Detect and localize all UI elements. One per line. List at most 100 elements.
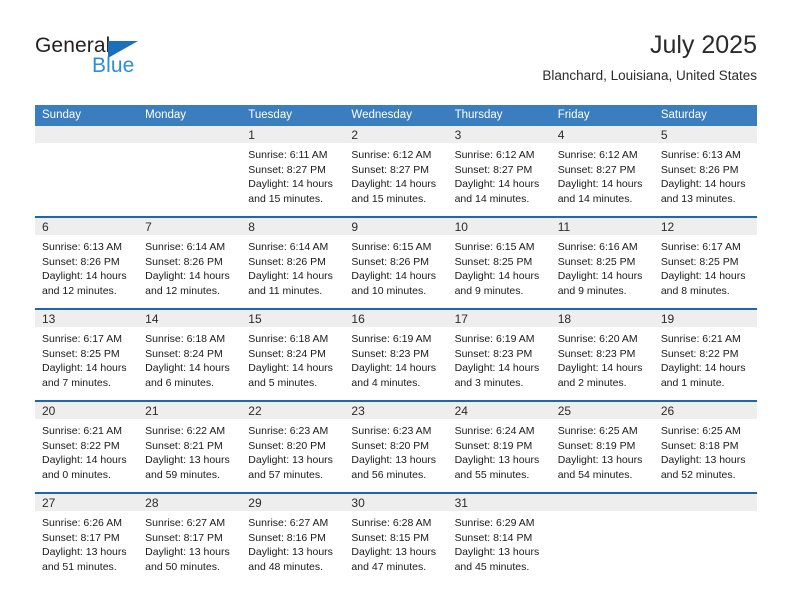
daylight-duration-line2: and 6 minutes. (145, 376, 215, 389)
sunset-time: Sunset: 8:24 PM (248, 347, 326, 360)
daylight-duration-line2: and 12 minutes. (42, 284, 117, 297)
day-details: Sunrise: 6:25 AM Sunset: 8:18 PM Daylight:… (654, 419, 757, 482)
day-details: Sunrise: 6:21 AM Sunset: 8:22 PM Daylight:… (654, 327, 757, 390)
day-details: Sunrise: 6:14 AM Sunset: 8:26 PM Daylight:… (138, 235, 241, 298)
calendar-day-cell[interactable]: 19 Sunrise: 6:21 AM Sunset: 8:22 PM Dayligh… (653, 310, 757, 400)
sunset-time: Sunset: 8:16 PM (248, 531, 326, 544)
weekday-header-monday: Monday (145, 109, 187, 121)
daylight-duration-line2: and 15 minutes. (248, 192, 323, 205)
calendar-day-cell[interactable]: 1 Sunrise: 6:11 AM Sunset: 8:27 PM Daylight… (241, 126, 345, 216)
sunrise-time: Sunrise: 6:25 AM (660, 425, 741, 437)
daylight-duration-line2: and 47 minutes. (351, 560, 427, 573)
calendar-day-cell[interactable]: 27 Sunrise: 6:26 AM Sunset: 8:17 PM Dayligh… (35, 494, 139, 584)
daylight-duration-line1: Daylight: 13 hours (145, 454, 230, 466)
sunrise-time: Sunrise: 6:23 AM (351, 425, 432, 437)
calendar-day-cell[interactable]: 22 Sunrise: 6:23 AM Sunset: 8:20 PM Dayligh… (241, 402, 345, 492)
daylight-duration-line2: and 15 minutes. (351, 192, 427, 205)
sunrise-time: Sunrise: 6:26 AM (42, 517, 122, 529)
day-number: 4 (557, 128, 565, 142)
calendar-day-cell[interactable]: 3 Sunrise: 6:12 AM Sunset: 8:27 PM Daylight… (447, 126, 551, 216)
day-details: Sunrise: 6:15 AM Sunset: 8:25 PM Daylight:… (448, 235, 551, 298)
calendar-day-cell[interactable]: 8 Sunrise: 6:14 AM Sunset: 8:26 PM Daylight… (241, 218, 345, 308)
day-details: Sunrise: 6:12 AM Sunset: 8:27 PM Daylight:… (448, 143, 551, 206)
sunset-time: Sunset: 8:27 PM (454, 163, 533, 176)
day-number: 17 (454, 312, 468, 326)
day-number-strip: 28 (138, 494, 242, 511)
calendar-week-row: 6 Sunrise: 6:13 AM Sunset: 8:26 PM Daylight… (35, 216, 757, 308)
calendar-day-cell[interactable]: 30 Sunrise: 6:28 AM Sunset: 8:15 PM Dayligh… (344, 494, 448, 584)
calendar-day-cell[interactable]: 13 Sunrise: 6:17 AM Sunset: 8:25 PM Dayligh… (35, 310, 139, 400)
daylight-duration-line1: Daylight: 13 hours (351, 546, 437, 558)
day-number: 1 (248, 128, 255, 142)
weekday-header-thursday: Thursday (454, 109, 503, 121)
daylight-duration-line2: and 9 minutes. (454, 284, 524, 297)
general-blue-logo[interactable]: General Blue (35, 34, 255, 90)
calendar-day-cell[interactable]: 18 Sunrise: 6:20 AM Sunset: 8:23 PM Dayligh… (550, 310, 654, 400)
sunrise-time: Sunrise: 6:18 AM (145, 333, 226, 345)
calendar-day-cell[interactable]: 24 Sunrise: 6:24 AM Sunset: 8:19 PM Dayligh… (447, 402, 551, 492)
day-number-strip: 3 (447, 126, 551, 143)
sunset-time: Sunset: 8:23 PM (557, 347, 636, 360)
day-number-strip: 22 (241, 402, 345, 419)
calendar-day-cell[interactable]: 15 Sunrise: 6:18 AM Sunset: 8:24 PM Dayligh… (241, 310, 345, 400)
calendar-day-cell[interactable]: 28 Sunrise: 6:27 AM Sunset: 8:17 PM Dayligh… (138, 494, 242, 584)
daylight-duration-line2: and 14 minutes. (557, 192, 633, 205)
calendar-day-cell[interactable]: 11 Sunrise: 6:16 AM Sunset: 8:25 PM Dayligh… (550, 218, 654, 308)
calendar-day-cell[interactable]: 16 Sunrise: 6:19 AM Sunset: 8:23 PM Dayligh… (344, 310, 448, 400)
calendar-week-row: 13 Sunrise: 6:17 AM Sunset: 8:25 PM Dayligh… (35, 308, 757, 400)
sunset-time: Sunset: 8:18 PM (660, 439, 739, 452)
calendar-day-cell[interactable]: 23 Sunrise: 6:23 AM Sunset: 8:20 PM Dayligh… (344, 402, 448, 492)
daylight-duration-line2: and 4 minutes. (351, 376, 421, 389)
calendar-day-cell[interactable]: 31 Sunrise: 6:29 AM Sunset: 8:14 PM Dayligh… (447, 494, 551, 584)
calendar-day-cell[interactable]: 29 Sunrise: 6:27 AM Sunset: 8:16 PM Dayligh… (241, 494, 345, 584)
day-number-strip: 30 (344, 494, 448, 511)
logo-text-blue: Blue (92, 54, 135, 77)
sunrise-time: Sunrise: 6:27 AM (248, 517, 329, 529)
daylight-duration-line2: and 55 minutes. (454, 468, 530, 481)
day-number-strip: 7 (138, 218, 242, 235)
calendar-day-cell[interactable]: 5 Sunrise: 6:13 AM Sunset: 8:26 PM Daylight… (653, 126, 757, 216)
calendar-day-cell[interactable]: 9 Sunrise: 6:15 AM Sunset: 8:26 PM Daylight… (344, 218, 448, 308)
sunset-time: Sunset: 8:23 PM (351, 347, 430, 360)
calendar-day-cell[interactable]: 4 Sunrise: 6:12 AM Sunset: 8:27 PM Daylight… (550, 126, 654, 216)
sunset-time: Sunset: 8:26 PM (42, 255, 120, 268)
sunrise-time: Sunrise: 6:13 AM (42, 241, 122, 253)
day-number-strip: 11 (550, 218, 654, 235)
daylight-duration-line1: Daylight: 14 hours (248, 270, 333, 282)
daylight-duration-line2: and 5 minutes. (248, 376, 318, 389)
weekday-header-sunday: Sunday (42, 109, 82, 121)
calendar-day-cell[interactable]: 2 Sunrise: 6:12 AM Sunset: 8:27 PM Daylight… (344, 126, 448, 216)
day-number-strip: 15 (241, 310, 345, 327)
sunrise-time: Sunrise: 6:18 AM (248, 333, 329, 345)
sunset-time: Sunset: 8:21 PM (145, 439, 223, 452)
calendar-day-cell[interactable]: 26 Sunrise: 6:25 AM Sunset: 8:18 PM Dayligh… (653, 402, 757, 492)
daylight-duration-line2: and 10 minutes. (351, 284, 427, 297)
daylight-duration-line1: Daylight: 14 hours (351, 362, 437, 374)
daylight-duration-line1: Daylight: 14 hours (351, 178, 437, 190)
daylight-duration-line1: Daylight: 14 hours (145, 362, 230, 374)
calendar-day-cell[interactable]: 21 Sunrise: 6:22 AM Sunset: 8:21 PM Dayligh… (138, 402, 242, 492)
sunrise-time: Sunrise: 6:24 AM (454, 425, 535, 437)
day-number: 24 (454, 404, 468, 418)
sunset-time: Sunset: 8:25 PM (557, 255, 636, 268)
calendar-day-cell[interactable]: 10 Sunrise: 6:15 AM Sunset: 8:25 PM Dayligh… (447, 218, 551, 308)
day-number: 3 (454, 128, 462, 142)
calendar-day-cell[interactable]: 7 Sunrise: 6:14 AM Sunset: 8:26 PM Daylight… (138, 218, 242, 308)
day-details: Sunrise: 6:23 AM Sunset: 8:20 PM Daylight:… (241, 419, 344, 482)
day-number: 12 (660, 220, 675, 234)
calendar-day-cell[interactable]: 17 Sunrise: 6:19 AM Sunset: 8:23 PM Dayligh… (447, 310, 551, 400)
weekday-header-friday: Friday (557, 109, 590, 121)
calendar-day-cell[interactable]: 20 Sunrise: 6:21 AM Sunset: 8:22 PM Dayligh… (35, 402, 139, 492)
day-details (138, 143, 241, 148)
calendar-day-cell[interactable]: 25 Sunrise: 6:25 AM Sunset: 8:19 PM Dayligh… (550, 402, 654, 492)
daylight-duration-line2: and 50 minutes. (145, 560, 220, 573)
day-number-strip: 29 (241, 494, 345, 511)
calendar-day-cell[interactable]: 6 Sunrise: 6:13 AM Sunset: 8:26 PM Daylight… (35, 218, 139, 308)
day-details: Sunrise: 6:17 AM Sunset: 8:25 PM Daylight:… (35, 327, 138, 390)
sunrise-time: Sunrise: 6:29 AM (454, 517, 535, 529)
sunset-time: Sunset: 8:22 PM (660, 347, 739, 360)
calendar-day-cell[interactable]: 14 Sunrise: 6:18 AM Sunset: 8:24 PM Dayligh… (138, 310, 242, 400)
sunset-time: Sunset: 8:23 PM (454, 347, 533, 360)
daylight-duration-line2: and 12 minutes. (145, 284, 220, 297)
calendar-day-cell[interactable]: 12 Sunrise: 6:17 AM Sunset: 8:25 PM Dayligh… (653, 218, 757, 308)
